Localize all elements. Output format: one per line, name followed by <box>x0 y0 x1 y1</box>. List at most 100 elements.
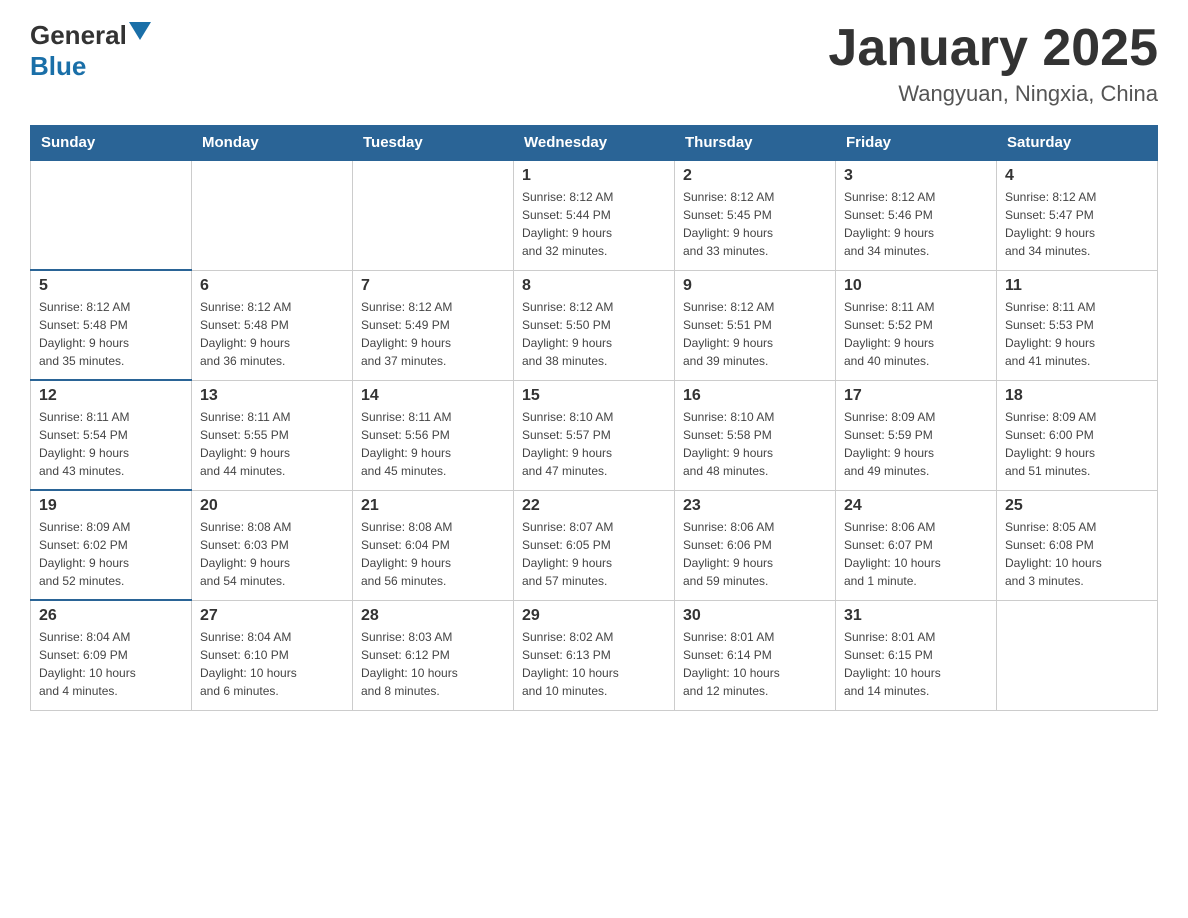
day-info: Sunrise: 8:11 AM Sunset: 5:53 PM Dayligh… <box>1005 298 1149 370</box>
page-header: General Blue January 2025 Wangyuan, Ning… <box>30 20 1158 107</box>
day-info: Sunrise: 8:04 AM Sunset: 6:10 PM Dayligh… <box>200 628 344 700</box>
calendar-cell-4-0: 26Sunrise: 8:04 AM Sunset: 6:09 PM Dayli… <box>31 600 192 710</box>
day-number: 21 <box>361 497 505 515</box>
calendar-cell-4-1: 27 Sunrise: 8:04 AM Sunset: 6:10 PM Dayli… <box>192 600 353 710</box>
title-section: January 2025 Wangyuan, Ningxia, China <box>828 20 1158 107</box>
day-number: 27 <box>200 607 344 625</box>
day-info: Sunrise: 8:11 AM Sunset: 5:54 PM Dayligh… <box>39 408 183 480</box>
day-info: Sunrise: 8:09 AM Sunset: 6:00 PM Dayligh… <box>1005 408 1149 480</box>
logo-general-text: General <box>30 20 127 51</box>
day-number: 13 <box>200 387 344 405</box>
col-wednesday: Wednesday <box>514 126 675 161</box>
calendar-subtitle: Wangyuan, Ningxia, China <box>828 81 1158 107</box>
day-number: 31 <box>844 607 988 625</box>
col-monday: Monday <box>192 126 353 161</box>
day-info: Sunrise: 8:12 AM Sunset: 5:49 PM Dayligh… <box>361 298 505 370</box>
calendar-cell-3-4: 23 Sunrise: 8:06 AM Sunset: 6:06 PM Dayli… <box>675 490 836 600</box>
calendar-cell-0-6: 4 Sunrise: 8:12 AM Sunset: 5:47 PM Daylig… <box>997 160 1158 270</box>
calendar-cell-4-2: 28Sunrise: 8:03 AM Sunset: 6:12 PM Dayli… <box>353 600 514 710</box>
calendar-cell-3-2: 21 Sunrise: 8:08 AM Sunset: 6:04 PM Dayli… <box>353 490 514 600</box>
day-info: Sunrise: 8:09 AM Sunset: 6:02 PM Dayligh… <box>39 518 183 590</box>
calendar-cell-4-4: 30 Sunrise: 8:01 AM Sunset: 6:14 PM Dayli… <box>675 600 836 710</box>
calendar-cell-2-0: 12Sunrise: 8:11 AM Sunset: 5:54 PM Dayli… <box>31 380 192 490</box>
calendar-week-2: 5 Sunrise: 8:12 AM Sunset: 5:48 PM Daylig… <box>31 270 1158 380</box>
calendar-cell-2-5: 17Sunrise: 8:09 AM Sunset: 5:59 PM Dayli… <box>836 380 997 490</box>
day-number: 6 <box>200 277 344 295</box>
day-number: 5 <box>39 277 183 295</box>
col-thursday: Thursday <box>675 126 836 161</box>
calendar-cell-0-3: 1 Sunrise: 8:12 AM Sunset: 5:44 PM Daylig… <box>514 160 675 270</box>
day-number: 25 <box>1005 497 1149 515</box>
calendar-cell-1-6: 11 Sunrise: 8:11 AM Sunset: 5:53 PM Dayli… <box>997 270 1158 380</box>
calendar-cell-2-3: 15Sunrise: 8:10 AM Sunset: 5:57 PM Dayli… <box>514 380 675 490</box>
calendar-cell-0-2 <box>353 160 514 270</box>
day-number: 23 <box>683 497 827 515</box>
day-number: 10 <box>844 277 988 295</box>
calendar-cell-3-5: 24 Sunrise: 8:06 AM Sunset: 6:07 PM Dayli… <box>836 490 997 600</box>
calendar-title: January 2025 <box>828 20 1158 77</box>
calendar-cell-4-5: 31 Sunrise: 8:01 AM Sunset: 6:15 PM Dayli… <box>836 600 997 710</box>
day-info: Sunrise: 8:12 AM Sunset: 5:48 PM Dayligh… <box>200 298 344 370</box>
calendar-cell-0-5: 3Sunrise: 8:12 AM Sunset: 5:46 PM Daylig… <box>836 160 997 270</box>
day-info: Sunrise: 8:11 AM Sunset: 5:55 PM Dayligh… <box>200 408 344 480</box>
calendar-cell-3-6: 25Sunrise: 8:05 AM Sunset: 6:08 PM Dayli… <box>997 490 1158 600</box>
day-number: 11 <box>1005 277 1149 295</box>
calendar-cell-3-0: 19Sunrise: 8:09 AM Sunset: 6:02 PM Dayli… <box>31 490 192 600</box>
day-info: Sunrise: 8:12 AM Sunset: 5:44 PM Dayligh… <box>522 188 666 260</box>
day-info: Sunrise: 8:02 AM Sunset: 6:13 PM Dayligh… <box>522 628 666 700</box>
day-number: 4 <box>1005 167 1149 185</box>
logo-arrow-icon <box>129 22 151 44</box>
day-info: Sunrise: 8:06 AM Sunset: 6:06 PM Dayligh… <box>683 518 827 590</box>
col-sunday: Sunday <box>31 126 192 161</box>
logo-blue-text: Blue <box>30 51 86 82</box>
logo: General Blue <box>30 20 151 82</box>
day-number: 22 <box>522 497 666 515</box>
day-number: 7 <box>361 277 505 295</box>
day-info: Sunrise: 8:07 AM Sunset: 6:05 PM Dayligh… <box>522 518 666 590</box>
day-info: Sunrise: 8:08 AM Sunset: 6:03 PM Dayligh… <box>200 518 344 590</box>
day-number: 9 <box>683 277 827 295</box>
day-number: 20 <box>200 497 344 515</box>
day-info: Sunrise: 8:11 AM Sunset: 5:52 PM Dayligh… <box>844 298 988 370</box>
calendar-table: Sunday Monday Tuesday Wednesday Thursday… <box>30 125 1158 711</box>
calendar-cell-1-2: 7 Sunrise: 8:12 AM Sunset: 5:49 PM Daylig… <box>353 270 514 380</box>
calendar-cell-4-3: 29Sunrise: 8:02 AM Sunset: 6:13 PM Dayli… <box>514 600 675 710</box>
day-info: Sunrise: 8:09 AM Sunset: 5:59 PM Dayligh… <box>844 408 988 480</box>
day-number: 30 <box>683 607 827 625</box>
day-number: 8 <box>522 277 666 295</box>
day-number: 24 <box>844 497 988 515</box>
day-number: 2 <box>683 167 827 185</box>
day-info: Sunrise: 8:06 AM Sunset: 6:07 PM Dayligh… <box>844 518 988 590</box>
calendar-cell-1-0: 5Sunrise: 8:12 AM Sunset: 5:48 PM Daylig… <box>31 270 192 380</box>
calendar-cell-4-6 <box>997 600 1158 710</box>
calendar-cell-0-1 <box>192 160 353 270</box>
day-info: Sunrise: 8:12 AM Sunset: 5:50 PM Dayligh… <box>522 298 666 370</box>
day-info: Sunrise: 8:10 AM Sunset: 5:58 PM Dayligh… <box>683 408 827 480</box>
calendar-week-3: 12Sunrise: 8:11 AM Sunset: 5:54 PM Dayli… <box>31 380 1158 490</box>
calendar-cell-2-4: 16 Sunrise: 8:10 AM Sunset: 5:58 PM Dayli… <box>675 380 836 490</box>
calendar-cell-2-2: 14Sunrise: 8:11 AM Sunset: 5:56 PM Dayli… <box>353 380 514 490</box>
calendar-week-1: 1 Sunrise: 8:12 AM Sunset: 5:44 PM Daylig… <box>31 160 1158 270</box>
calendar-cell-1-4: 9 Sunrise: 8:12 AM Sunset: 5:51 PM Daylig… <box>675 270 836 380</box>
day-number: 28 <box>361 607 505 625</box>
day-info: Sunrise: 8:08 AM Sunset: 6:04 PM Dayligh… <box>361 518 505 590</box>
day-info: Sunrise: 8:11 AM Sunset: 5:56 PM Dayligh… <box>361 408 505 480</box>
day-info: Sunrise: 8:12 AM Sunset: 5:45 PM Dayligh… <box>683 188 827 260</box>
day-info: Sunrise: 8:01 AM Sunset: 6:15 PM Dayligh… <box>844 628 988 700</box>
day-number: 3 <box>844 167 988 185</box>
day-number: 18 <box>1005 387 1149 405</box>
day-info: Sunrise: 8:12 AM Sunset: 5:51 PM Dayligh… <box>683 298 827 370</box>
calendar-cell-2-1: 13 Sunrise: 8:11 AM Sunset: 5:55 PM Dayli… <box>192 380 353 490</box>
day-number: 15 <box>522 387 666 405</box>
day-number: 16 <box>683 387 827 405</box>
calendar-cell-0-0 <box>31 160 192 270</box>
col-friday: Friday <box>836 126 997 161</box>
day-info: Sunrise: 8:01 AM Sunset: 6:14 PM Dayligh… <box>683 628 827 700</box>
calendar-cell-3-3: 22 Sunrise: 8:07 AM Sunset: 6:05 PM Dayli… <box>514 490 675 600</box>
calendar-cell-1-3: 8 Sunrise: 8:12 AM Sunset: 5:50 PM Daylig… <box>514 270 675 380</box>
calendar-cell-1-5: 10 Sunrise: 8:11 AM Sunset: 5:52 PM Dayli… <box>836 270 997 380</box>
day-info: Sunrise: 8:04 AM Sunset: 6:09 PM Dayligh… <box>39 628 183 700</box>
calendar-header-row: Sunday Monday Tuesday Wednesday Thursday… <box>31 126 1158 161</box>
day-number: 1 <box>522 167 666 185</box>
day-info: Sunrise: 8:12 AM Sunset: 5:47 PM Dayligh… <box>1005 188 1149 260</box>
